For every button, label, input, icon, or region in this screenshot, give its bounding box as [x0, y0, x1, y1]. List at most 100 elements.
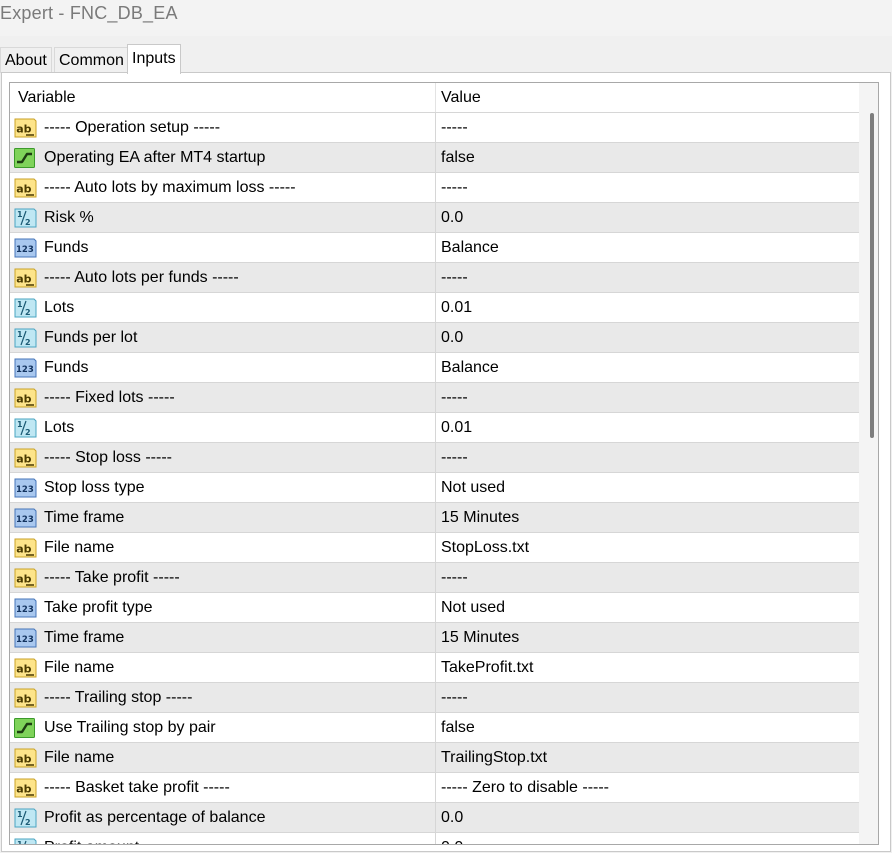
table-row[interactable]: 123 Time frame 15 Minutes	[10, 502, 860, 532]
table-row[interactable]: 1 2 Funds per lot 0.0	[10, 322, 860, 352]
value-cell[interactable]: 0.0	[441, 803, 463, 832]
value-cell[interactable]: TakeProfit.txt	[441, 653, 533, 682]
variable-cell[interactable]: ab ----- Fixed lots -----	[10, 383, 436, 412]
variable-cell[interactable]: ab File name	[10, 653, 436, 682]
variable-name: ----- Trailing stop -----	[44, 689, 193, 706]
table-row[interactable]: ab ----- Operation setup ----- -----	[10, 112, 860, 142]
table-row[interactable]: 1 2 Profit as percentage of balance 0.0	[10, 802, 860, 832]
variable-cell[interactable]: 123 Funds	[10, 233, 436, 262]
table-row[interactable]: Use Trailing stop by pair false	[10, 712, 860, 742]
value-cell[interactable]: 0.01	[441, 413, 472, 442]
table-row[interactable]: 123 Take profit type Not used	[10, 592, 860, 622]
value-cell[interactable]: false	[441, 143, 475, 172]
variable-cell[interactable]: 123 Time frame	[10, 503, 436, 532]
variable-cell[interactable]: 123 Take profit type	[10, 593, 436, 622]
variable-cell[interactable]: Use Trailing stop by pair	[10, 713, 436, 742]
variable-cell[interactable]: 1 2 Lots	[10, 413, 436, 442]
value-cell[interactable]: -----	[441, 263, 468, 292]
variable-cell[interactable]: ab ----- Operation setup -----	[10, 113, 436, 142]
value-cell[interactable]: TrailingStop.txt	[441, 743, 547, 772]
table-row[interactable]: 1 2 Lots 0.01	[10, 412, 860, 442]
variable-cell[interactable]: Operating EA after MT4 startup	[10, 143, 436, 172]
variable-name: ----- Operation setup -----	[44, 119, 221, 136]
table-row[interactable]: ab File name TrailingStop.txt	[10, 742, 860, 772]
value-cell[interactable]: StopLoss.txt	[441, 533, 529, 562]
value-cell[interactable]: 0.0	[441, 833, 463, 844]
table-row[interactable]: 123 Funds Balance	[10, 352, 860, 382]
svg-text:ab: ab	[16, 453, 31, 466]
value-cell[interactable]: 0.0	[441, 203, 463, 232]
table-row[interactable]: 1 2 Lots 0.01	[10, 292, 860, 322]
inputs-grid: Variable Value ab ----- Operation setup -…	[9, 82, 879, 845]
table-row[interactable]: ab File name TakeProfit.txt	[10, 652, 860, 682]
variable-name: Operating EA after MT4 startup	[44, 149, 266, 166]
svg-text:123: 123	[16, 365, 34, 375]
variable-cell[interactable]: ab File name	[10, 743, 436, 772]
value-cell[interactable]: -----	[441, 683, 468, 712]
table-row[interactable]: 123 Funds Balance	[10, 232, 860, 262]
tab-inputs[interactable]: Inputs	[127, 44, 181, 74]
variable-cell[interactable]: 12 Profit amount	[10, 833, 436, 845]
table-row[interactable]: ab ----- Take profit ----- -----	[10, 562, 860, 592]
svg-text:ab: ab	[16, 753, 31, 766]
table-row[interactable]: ab ----- Auto lots by maximum loss ----- -…	[10, 172, 860, 202]
variable-cell[interactable]: 123 Funds	[10, 353, 436, 382]
value-cell[interactable]: -----	[441, 113, 468, 142]
variable-cell[interactable]: ab ----- Stop loss -----	[10, 443, 436, 472]
variable-cell[interactable]: ab File name	[10, 533, 436, 562]
string-type-icon: ab	[13, 386, 37, 410]
value-cell[interactable]: 0.01	[441, 293, 472, 322]
variable-cell[interactable]: 1 2 Risk %	[10, 203, 436, 232]
variable-cell[interactable]: 1 2 Lots	[10, 293, 436, 322]
table-row[interactable]: ab File name StopLoss.txt	[10, 532, 860, 562]
value-cell[interactable]: -----	[441, 173, 468, 202]
column-header-value[interactable]: Value	[436, 83, 860, 112]
table-row[interactable]: ab ----- Auto lots per funds ----- -----	[10, 262, 860, 292]
variable-cell[interactable]: 123 Time frame	[10, 623, 436, 652]
variable-cell[interactable]: 123 Stop loss type	[10, 473, 436, 502]
svg-text:1: 1	[17, 840, 23, 845]
value-cell[interactable]: Not used	[441, 473, 505, 502]
table-row[interactable]: ab ----- Stop loss ----- -----	[10, 442, 860, 472]
table-row[interactable]: ab ----- Trailing stop ----- -----	[10, 682, 860, 712]
tab-common[interactable]: Common	[54, 47, 129, 73]
value-cell[interactable]: Not used	[441, 593, 505, 622]
table-row[interactable]: Operating EA after MT4 startup false	[10, 142, 860, 172]
table-row[interactable]: 1 2 Risk % 0.0	[10, 202, 860, 232]
variable-cell[interactable]: ab ----- Take profit -----	[10, 563, 436, 592]
title-bar: Expert - FNC_DB_EA	[0, 0, 892, 36]
vertical-scrollbar[interactable]	[859, 83, 878, 844]
value-cell[interactable]: -----	[441, 443, 468, 472]
value-cell[interactable]: -----	[441, 563, 468, 592]
variable-cell[interactable]: ab ----- Auto lots by maximum loss -----	[10, 173, 436, 202]
value-cell[interactable]: Balance	[441, 233, 499, 262]
table-row[interactable]: 123 Time frame 15 Minutes	[10, 622, 860, 652]
value-cell[interactable]: -----	[441, 383, 468, 412]
double-type-icon: 12	[13, 416, 37, 440]
scrollbar-thumb[interactable]	[870, 113, 874, 438]
string-type-icon: ab	[13, 656, 37, 680]
variable-cell[interactable]: 1 2 Profit as percentage of balance	[10, 803, 436, 832]
tab-about[interactable]: About	[0, 47, 52, 73]
variable-name: ----- Stop loss -----	[44, 449, 172, 466]
value-cell[interactable]: Balance	[441, 353, 499, 382]
variable-cell[interactable]: ab ----- Trailing stop -----	[10, 683, 436, 712]
svg-text:ab: ab	[16, 123, 31, 136]
enum-type-icon: 123	[13, 506, 37, 530]
value-cell[interactable]: false	[441, 713, 475, 742]
variable-cell[interactable]: ab ----- Basket take profit -----	[10, 773, 436, 802]
value-cell[interactable]: 0.0	[441, 323, 463, 352]
string-type-icon: ab	[13, 686, 37, 710]
variable-name: ----- Auto lots per funds -----	[44, 269, 239, 286]
table-row[interactable]: ab ----- Fixed lots ----- -----	[10, 382, 860, 412]
table-row[interactable]: 123 Stop loss type Not used	[10, 472, 860, 502]
value-cell[interactable]: 15 Minutes	[441, 503, 519, 532]
value-cell[interactable]: ----- Zero to disable -----	[441, 773, 609, 802]
value-cell[interactable]: 15 Minutes	[441, 623, 519, 652]
column-header-variable[interactable]: Variable	[10, 83, 436, 112]
variable-cell[interactable]: ab ----- Auto lots per funds -----	[10, 263, 436, 292]
table-row[interactable]: 12 Profit amount 0.0	[10, 832, 860, 845]
svg-text:1: 1	[17, 300, 23, 309]
variable-cell[interactable]: 1 2 Funds per lot	[10, 323, 436, 352]
table-row[interactable]: ab ----- Basket take profit ----- ----- Ze…	[10, 772, 860, 802]
